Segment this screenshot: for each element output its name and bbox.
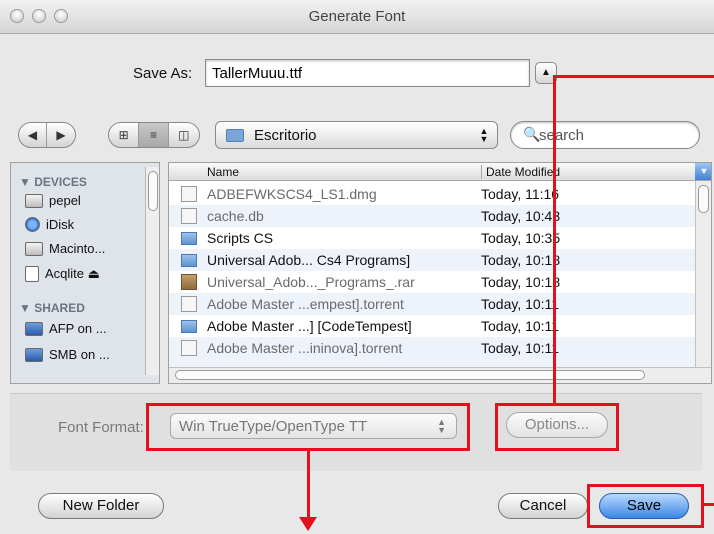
save-callout-line <box>704 503 714 506</box>
horizontal-scroll-thumb[interactable] <box>175 370 645 380</box>
window-title: Generate Font <box>308 8 406 25</box>
sort-indicator-icon[interactable]: ▼ <box>695 163 711 180</box>
file-row[interactable]: Adobe Master ...empest].torrent Today, 1… <box>169 293 695 315</box>
options-callout-line-top <box>553 75 714 78</box>
hard-disk-icon <box>25 241 43 256</box>
sidebar-item-label: pepel <box>49 193 81 208</box>
document-icon <box>181 296 197 312</box>
network-computer-icon <box>25 347 43 362</box>
file-list-header: Name Date Modified ▼ <box>169 163 711 181</box>
save-as-field[interactable] <box>205 59 530 87</box>
file-row[interactable]: Adobe Master ...] [CodeTempest] Today, 1… <box>169 315 695 337</box>
save-highlight <box>587 484 704 528</box>
title-bar: Generate Font <box>0 0 714 34</box>
file-name: Adobe Master ...] [CodeTempest] <box>207 318 412 334</box>
sidebar-item-label: AFP on ... <box>49 321 107 336</box>
sidebar-item-idisk[interactable]: iDisk <box>25 217 74 232</box>
back-arrow-icon[interactable]: ◀ <box>19 123 48 147</box>
column-view-icon[interactable]: ◫ <box>169 123 199 147</box>
file-row[interactable]: cache.db Today, 10:43 <box>169 205 695 227</box>
sidebar-item-pepel[interactable]: pepel <box>25 193 81 208</box>
file-row[interactable]: Universal_Adob..._Programs_.rar Today, 1… <box>169 271 695 293</box>
sidebar-item-smb[interactable]: SMB on ... <box>25 347 110 362</box>
file-date: Today, 11:16 <box>481 186 560 202</box>
document-icon <box>181 208 197 224</box>
new-folder-button[interactable]: New Folder <box>38 493 164 519</box>
disk-image-icon <box>181 186 197 202</box>
generate-font-dialog: Generate Font Save As: ▲ ◀ ▶ ⊞ ≡ ◫ Escri… <box>0 0 714 534</box>
file-row[interactable]: ADBEFWKSCS4_LS1.dmg Today, 11:16 <box>169 183 695 205</box>
folder-icon <box>226 129 244 142</box>
file-date: Today, 10:18 <box>481 252 561 268</box>
folder-icon <box>181 254 197 267</box>
drive-icon <box>25 193 43 208</box>
archive-icon <box>181 274 197 290</box>
file-name: Adobe Master ...ininova].torrent <box>207 340 403 356</box>
search-field[interactable]: 🔍 search <box>510 121 700 149</box>
column-header-date[interactable]: Date Modified <box>481 165 560 179</box>
sidebar-scroll-thumb[interactable] <box>148 171 158 211</box>
file-row[interactable]: Universal Adob... Cs4 Programs] Today, 1… <box>169 249 695 271</box>
list-view-icon[interactable]: ≡ <box>139 123 169 147</box>
search-icon: 🔍 <box>523 126 541 142</box>
sidebar-item-macintosh[interactable]: Macinto... <box>25 241 105 256</box>
idisk-icon <box>25 217 40 232</box>
file-name: ADBEFWKSCS4_LS1.dmg <box>207 186 377 202</box>
folder-icon <box>181 232 197 245</box>
sidebar-item-acqlite[interactable]: Acqlite ⏏ <box>25 266 100 282</box>
save-as-label: Save As: <box>133 65 193 82</box>
network-computer-icon <box>25 321 43 336</box>
column-header-name[interactable]: Name <box>207 165 239 179</box>
font-format-label: Font Format: <box>58 419 144 436</box>
view-mode-control: ⊞ ≡ ◫ <box>108 122 200 148</box>
folder-icon <box>181 320 197 333</box>
sidebar-item-label: iDisk <box>46 217 75 232</box>
file-name: cache.db <box>207 208 264 224</box>
file-date: Today, 10:11 <box>481 340 560 356</box>
file-date: Today, 10:18 <box>481 274 561 290</box>
document-icon <box>181 340 197 356</box>
sidebar-item-label: Macinto... <box>49 241 106 256</box>
file-date: Today, 10:43 <box>481 208 561 224</box>
sidebar-item-label: Acqlite ⏏ <box>45 266 100 281</box>
file-list: Name Date Modified ▼ ADBEFWKSCS4_LS1.dmg… <box>168 162 712 384</box>
file-name: Universal Adob... Cs4 Programs] <box>207 252 411 268</box>
file-name: Scripts CS <box>207 230 274 246</box>
file-date: Today, 10:11 <box>481 318 560 334</box>
file-row[interactable]: Scripts CS Today, 10:35 <box>169 227 695 249</box>
shared-header: ▼ SHARED <box>19 301 85 315</box>
font-format-callout-line <box>307 451 310 517</box>
sidebar: ▼ DEVICES pepel iDisk Macinto... Acqlite… <box>10 162 160 384</box>
back-forward-control: ◀ ▶ <box>18 122 76 148</box>
file-date: Today, 10:11 <box>481 296 560 312</box>
sidebar-item-label: SMB on ... <box>49 347 110 362</box>
sidebar-item-afp[interactable]: AFP on ... <box>25 321 107 336</box>
font-format-highlight <box>146 403 470 451</box>
volume-icon <box>25 266 39 282</box>
arrow-down-icon <box>299 517 317 531</box>
vertical-scroll-thumb[interactable] <box>698 185 709 213</box>
devices-header: ▼ DEVICES <box>19 175 87 189</box>
forward-arrow-icon[interactable]: ▶ <box>47 123 75 147</box>
search-placeholder: search <box>539 127 585 144</box>
options-highlight <box>495 403 619 451</box>
file-name: Universal_Adob..._Programs_.rar <box>207 274 415 290</box>
file-name: Adobe Master ...empest].torrent <box>207 296 404 312</box>
location-popup[interactable]: Escritorio ▲ ▼ <box>215 121 498 149</box>
file-row[interactable]: Adobe Master ...ininova].torrent Today, … <box>169 337 695 367</box>
location-label: Escritorio <box>254 127 317 144</box>
chevron-up-icon: ▲ <box>541 67 551 78</box>
cancel-button[interactable]: Cancel <box>498 493 588 519</box>
icon-view-icon[interactable]: ⊞ <box>109 123 140 147</box>
file-date: Today, 10:35 <box>481 230 561 246</box>
popup-arrows-icon: ▲ ▼ <box>479 126 489 144</box>
options-callout-line <box>553 75 556 403</box>
